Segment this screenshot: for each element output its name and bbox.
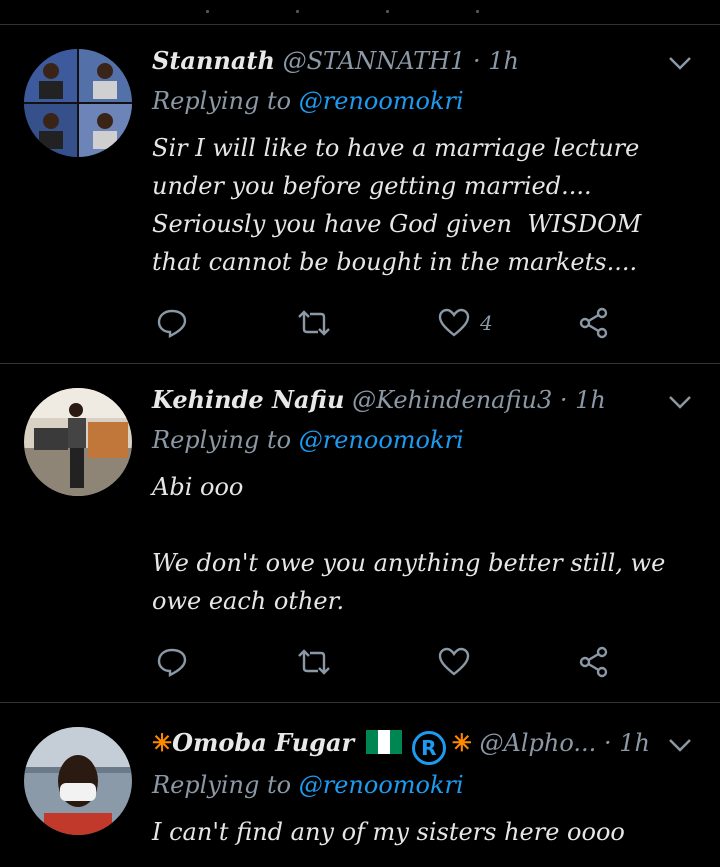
share-button[interactable]	[578, 642, 610, 682]
replying-to-line: Replying to @renoomokri	[152, 424, 464, 456]
replying-to-line: Replying to @renoomokri	[152, 769, 464, 801]
tweet-header: Kehinde Nafiu @Kehindenafiu3 · 1h	[152, 384, 606, 416]
user-handle[interactable]: @STANNATH1	[283, 47, 466, 75]
mention-link[interactable]: @renoomokri	[299, 87, 464, 115]
like-count: 4	[480, 311, 493, 335]
like-icon	[438, 308, 470, 337]
tweet-header: Stannath @STANNATH1 · 1h	[152, 45, 519, 77]
display-name[interactable]: Kehinde Nafiu	[152, 385, 344, 414]
tweet-actions	[152, 642, 632, 682]
star-emoji: ✳	[152, 728, 173, 757]
top-divider	[0, 0, 720, 25]
tweet-text: Sir I will like to have a marriage lectu…	[152, 134, 649, 276]
divider-tick	[206, 10, 209, 13]
avatar[interactable]	[24, 727, 132, 835]
tweet-kehinde[interactable]: Kehinde Nafiu @Kehindenafiu3 · 1h Replyi…	[0, 364, 720, 703]
timestamp[interactable]: 1h	[619, 729, 650, 757]
replying-to-line: Replying to @renoomokri	[152, 85, 464, 117]
timestamp[interactable]: 1h	[575, 386, 606, 414]
reply-button[interactable]	[156, 303, 188, 343]
avatar[interactable]	[24, 388, 132, 496]
tweet-omoba[interactable]: ✳Omoba Fugar R ✳ @Alpho... · 1h Replying …	[0, 703, 720, 867]
tweet-text: Abi ooo We don't owe you anything better…	[152, 473, 666, 615]
replying-prefix: Replying to	[152, 87, 292, 115]
timestamp[interactable]: 1h	[488, 47, 519, 75]
like-icon	[438, 647, 470, 676]
reply-icon	[157, 648, 187, 677]
display-name[interactable]: Omoba Fugar	[172, 728, 354, 757]
replying-prefix: Replying to	[152, 771, 292, 799]
retweet-button[interactable]	[296, 303, 332, 343]
chevron-down-icon[interactable]	[666, 735, 694, 755]
separator-dot: ·	[559, 386, 568, 414]
reply-icon	[157, 309, 187, 338]
avatar-image	[24, 388, 132, 496]
avatar-image	[24, 727, 132, 835]
share-icon	[579, 307, 608, 339]
avatar-image	[24, 49, 132, 157]
user-handle[interactable]: @Alpho...	[480, 729, 597, 757]
chevron-down-icon[interactable]	[666, 392, 694, 412]
divider-tick	[476, 10, 479, 13]
registered-icon: R	[411, 731, 446, 765]
reply-button[interactable]	[156, 642, 188, 682]
tweet-text: I can't find any of my sisters here oooo	[152, 818, 625, 846]
nigeria-flag-icon	[365, 730, 402, 754]
tweet-stannath[interactable]: Stannath @STANNATH1 · 1h Replying to @re…	[0, 25, 720, 364]
mention-link[interactable]: @renoomokri	[299, 426, 464, 454]
replying-prefix: Replying to	[152, 426, 292, 454]
user-handle[interactable]: @Kehindenafiu3	[352, 386, 552, 414]
avatar[interactable]	[24, 49, 132, 157]
divider-tick	[296, 10, 299, 13]
display-name[interactable]: Stannath	[152, 46, 275, 75]
mention-link[interactable]: @renoomokri	[299, 771, 464, 799]
star-emoji: ✳	[451, 728, 472, 757]
retweet-button[interactable]	[296, 642, 332, 682]
retweet-icon	[298, 310, 330, 336]
separator-dot: ·	[603, 729, 612, 757]
like-button[interactable]: 4	[438, 303, 493, 343]
retweet-icon	[298, 649, 330, 675]
separator-dot: ·	[472, 47, 481, 75]
like-button[interactable]	[438, 642, 480, 682]
divider-tick	[386, 10, 389, 13]
chevron-down-icon[interactable]	[666, 53, 694, 73]
tweet-header: ✳Omoba Fugar R ✳ @Alpho... · 1h	[152, 727, 650, 765]
share-icon	[579, 646, 608, 678]
share-button[interactable]	[578, 303, 610, 343]
tweet-actions: 4	[152, 303, 632, 343]
